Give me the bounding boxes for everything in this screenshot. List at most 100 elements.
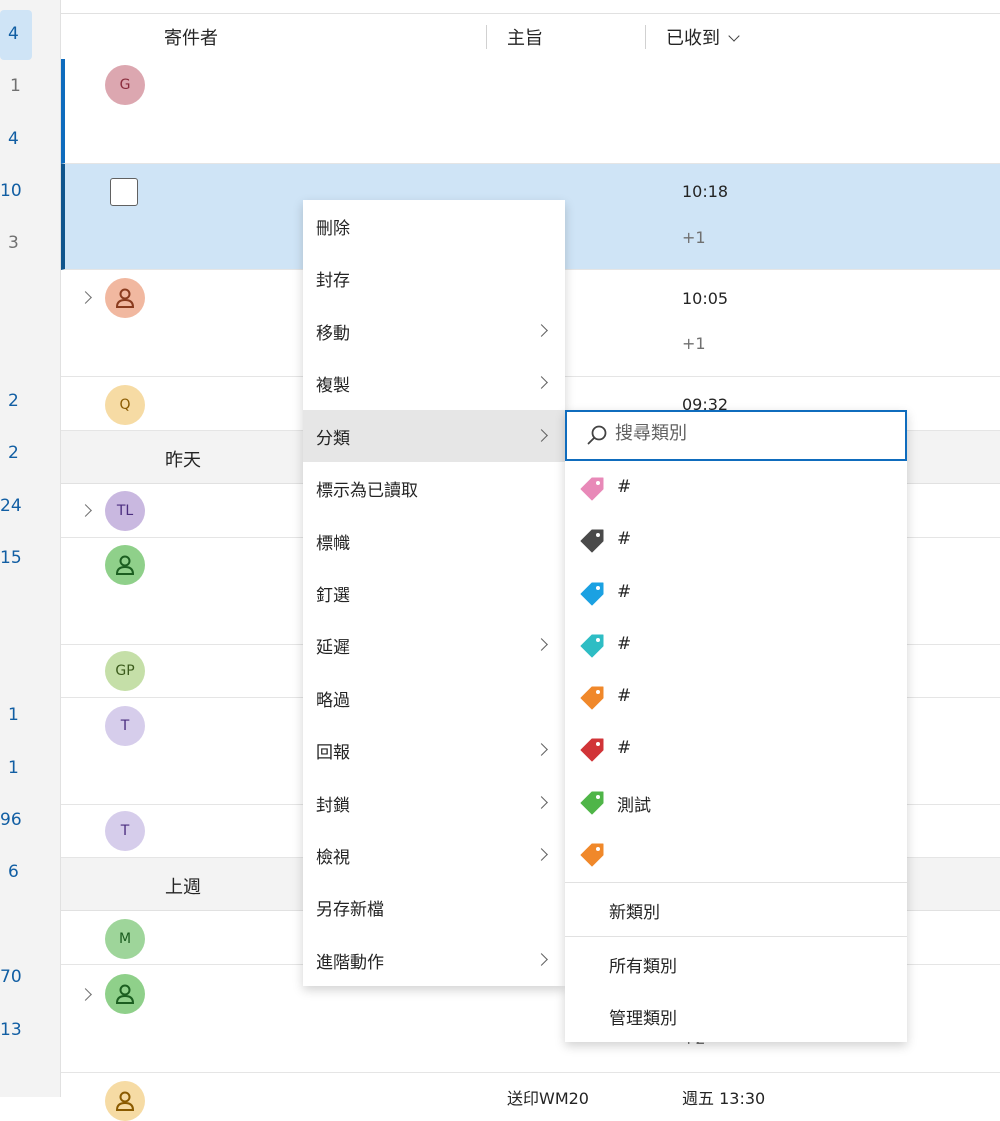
folder-count[interactable]: 2	[8, 391, 19, 411]
received-time: 週五 13:30	[682, 1089, 766, 1108]
menu-item-categorize[interactable]: 分類	[303, 410, 565, 462]
tag-icon	[580, 477, 604, 501]
menu-item-label: 刪除	[316, 219, 350, 239]
menu-item-label: 移動	[316, 324, 350, 344]
person-avatar-icon	[105, 545, 145, 585]
chevron-right-icon	[535, 953, 548, 966]
chevron-right-icon	[535, 796, 548, 809]
received-column-label: 已收到	[666, 28, 720, 49]
category-item[interactable]	[565, 829, 907, 881]
category-search-input[interactable]	[613, 422, 897, 445]
menu-item-label: 複製	[316, 376, 350, 396]
categorize-submenu: # # # # # # 測試 新類別 所有類別 管理類別	[565, 410, 907, 1042]
category-item[interactable]: #	[565, 463, 907, 515]
category-label: #	[617, 634, 632, 654]
category-item[interactable]: #	[565, 515, 907, 567]
message-row[interactable]: 送印WM20 週五 13:30	[61, 1073, 1000, 1121]
category-label: #	[617, 529, 632, 549]
avatar: T	[105, 811, 145, 851]
folder-count[interactable]: 96	[0, 810, 22, 830]
menu-item-ignore[interactable]: 略過	[303, 672, 565, 724]
menu-item-report[interactable]: 回報	[303, 724, 565, 776]
received-column-header[interactable]: 已收到	[666, 24, 740, 50]
new-category-button[interactable]: 新類別	[565, 883, 907, 935]
menu-item-pin[interactable]: 釘選	[303, 567, 565, 619]
folder-count[interactable]: 2	[8, 443, 19, 463]
menu-item-label: 回報	[316, 743, 350, 763]
subject-text: 送印WM20	[507, 1089, 589, 1108]
category-search-box[interactable]	[565, 410, 907, 461]
search-icon	[587, 425, 607, 445]
menu-item-label: 釘選	[316, 586, 350, 606]
person-avatar-icon	[105, 1081, 145, 1121]
menu-item-label: 標幟	[316, 534, 350, 554]
menu-item-advanced-actions[interactable]: 進階動作	[303, 934, 565, 986]
expand-thread-chevron-icon[interactable]	[79, 291, 92, 304]
category-item[interactable]: #	[565, 672, 907, 724]
tag-icon	[580, 582, 604, 606]
folder-count[interactable]: 4	[8, 24, 19, 44]
folder-count[interactable]: 3	[8, 233, 19, 253]
menu-item-archive[interactable]: 封存	[303, 252, 565, 304]
column-divider[interactable]	[486, 25, 487, 49]
expand-thread-chevron-icon[interactable]	[79, 504, 92, 517]
message-row[interactable]: G	[61, 59, 1000, 164]
folder-count[interactable]: 1	[10, 76, 21, 96]
menu-item-label: 另存新檔	[316, 900, 384, 920]
tag-icon	[580, 686, 604, 710]
context-menu: 刪除 封存 移動 複製 分類 標示為已讀取 標幟 釘選 延遲 略過 回報 封鎖 …	[303, 200, 565, 986]
menu-item-block[interactable]: 封鎖	[303, 777, 565, 829]
chevron-right-icon	[535, 376, 548, 389]
folder-count[interactable]: 1	[8, 705, 19, 725]
chevron-right-icon	[535, 848, 548, 861]
category-item[interactable]: 測試	[565, 777, 907, 829]
folder-count[interactable]: 6	[8, 862, 19, 882]
avatar: T	[105, 706, 145, 746]
tag-icon	[580, 529, 604, 553]
manage-categories-button[interactable]: 管理類別	[565, 989, 907, 1041]
folder-count[interactable]: 1	[8, 758, 19, 778]
menu-item-flag[interactable]: 標幟	[303, 515, 565, 567]
menu-item-view[interactable]: 檢視	[303, 829, 565, 881]
menu-item-mark-as-read[interactable]: 標示為已讀取	[303, 462, 565, 514]
category-label: #	[617, 582, 632, 602]
chevron-right-icon	[535, 324, 548, 337]
column-divider[interactable]	[645, 25, 646, 49]
received-time: 10:05	[682, 289, 729, 308]
avatar: G	[105, 65, 145, 105]
category-item[interactable]: #	[565, 620, 907, 672]
group-label: 昨天	[165, 450, 201, 471]
manage-categories-label: 管理類別	[609, 1009, 677, 1029]
all-categories-label: 所有類別	[609, 957, 677, 977]
folder-count[interactable]: 10	[0, 181, 22, 201]
category-item[interactable]: #	[565, 724, 907, 776]
tag-icon	[580, 738, 604, 762]
group-label: 上週	[165, 877, 201, 898]
menu-item-label: 延遲	[316, 638, 350, 658]
all-categories-button[interactable]: 所有類別	[565, 937, 907, 989]
folder-count[interactable]: 24	[0, 496, 22, 516]
tag-icon	[580, 791, 604, 815]
menu-item-delete[interactable]: 刪除	[303, 200, 565, 252]
menu-item-move[interactable]: 移動	[303, 305, 565, 357]
subject-column-header[interactable]: 主旨	[507, 24, 543, 50]
category-item[interactable]: #	[565, 568, 907, 620]
folder-count[interactable]: 4	[8, 129, 19, 149]
sort-chevron-down-icon	[728, 30, 740, 42]
person-avatar-icon	[105, 278, 145, 318]
new-category-label: 新類別	[609, 903, 660, 923]
select-checkbox[interactable]	[110, 178, 138, 206]
menu-item-copy[interactable]: 複製	[303, 357, 565, 409]
menu-item-snooze[interactable]: 延遲	[303, 619, 565, 671]
menu-item-save-as[interactable]: 另存新檔	[303, 881, 565, 933]
person-avatar-icon	[105, 974, 145, 1014]
sender-column-header[interactable]: 寄件者	[164, 24, 218, 50]
chevron-right-icon	[535, 638, 548, 651]
chevron-right-icon	[535, 429, 548, 442]
folder-count[interactable]: 13	[0, 1020, 22, 1040]
folder-count[interactable]: 15	[0, 548, 22, 568]
message-count-badge: +1	[682, 334, 706, 353]
tag-icon	[580, 634, 604, 658]
folder-count[interactable]: 70	[0, 967, 22, 987]
expand-thread-chevron-icon[interactable]	[79, 988, 92, 1001]
